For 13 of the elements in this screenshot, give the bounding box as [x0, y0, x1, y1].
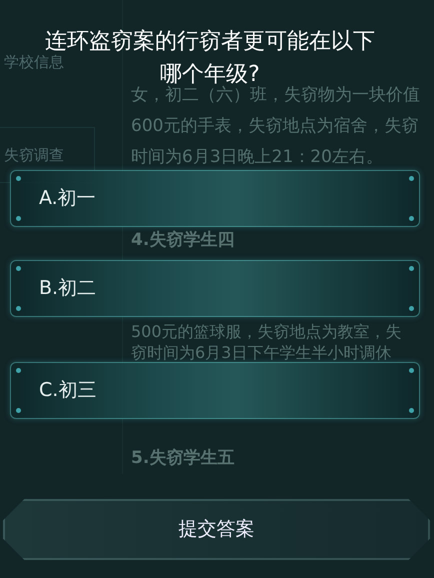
question-text: 连环盗窃案的行窃者更可能在以下 [45, 28, 375, 54]
question-text: 哪个年级? [160, 61, 260, 87]
document-text: 时间为6月3日晚上21：20左右。 [131, 146, 384, 169]
submit-button[interactable]: 提交答案 [3, 499, 430, 560]
section-heading: 4.失窃学生四 [131, 229, 236, 252]
answer-option[interactable]: A.初一 [10, 170, 420, 227]
answer-option[interactable]: C.初三 [10, 362, 420, 419]
document-text: 500元的篮球服，失窃地点为教室，失 [131, 321, 403, 342]
document-text: 窃时间为6月3日下午学生半小时调休 [131, 342, 392, 363]
section-heading: 5.失窃学生五 [131, 447, 236, 470]
document-text: 女，初二（六）班，失窃物为一块价值 [131, 84, 421, 107]
answer-option[interactable]: B.初二 [10, 260, 420, 317]
document-text: 600元的手表，失窃地点为宿舍，失窃 [131, 115, 420, 138]
